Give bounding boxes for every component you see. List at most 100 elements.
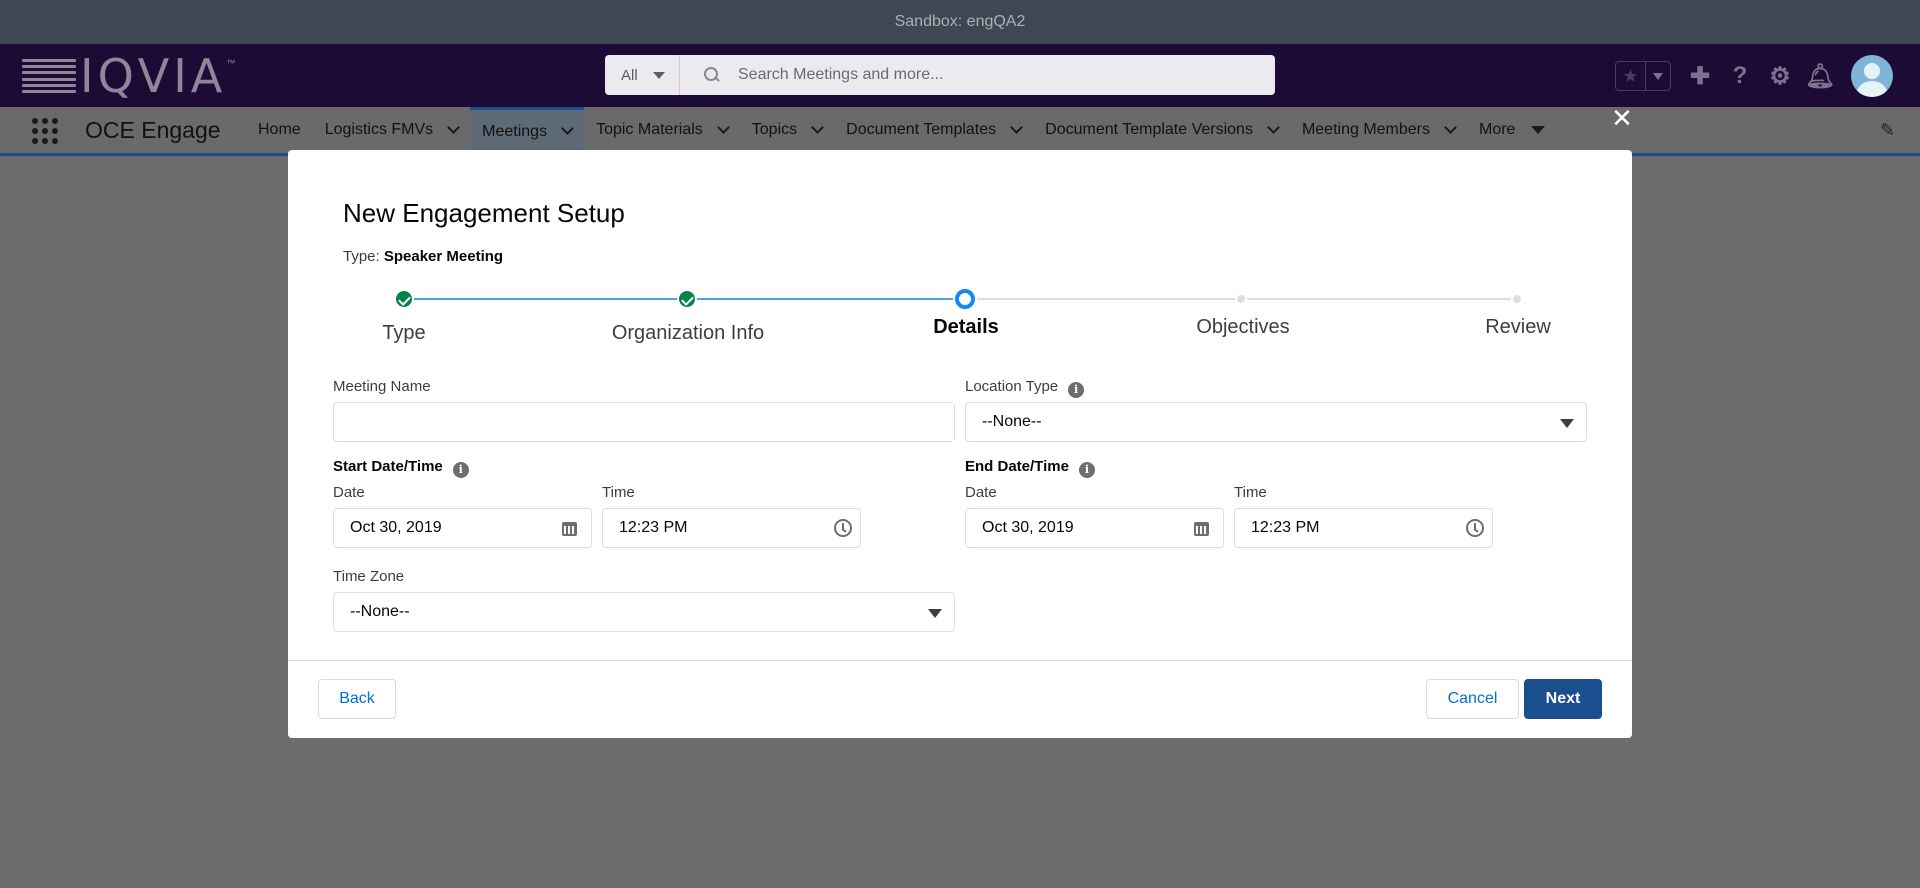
chevron-down-icon[interactable] [561, 122, 574, 135]
progress-track-incomplete [967, 298, 1521, 300]
start-datetime-label-text: Start Date/Time [333, 458, 443, 475]
location-type-label-text: Location Type [965, 378, 1059, 395]
global-search: All [605, 55, 1275, 95]
end-time-field[interactable]: 12:23 PM [1234, 508, 1493, 548]
iqvia-logo[interactable]: IQVIA ™ [22, 49, 236, 103]
add-icon[interactable]: ✚ [1687, 63, 1713, 90]
nav-item-meetings[interactable]: Meetings [470, 107, 585, 153]
caret-down-icon [653, 72, 665, 79]
step-label-type: Type [382, 322, 426, 344]
info-icon[interactable]: i [452, 462, 469, 478]
timezone-value: --None-- [350, 603, 410, 620]
avatar[interactable] [1851, 55, 1893, 97]
end-date-value: Oct 30, 2019 [982, 519, 1074, 536]
back-button[interactable]: Back [318, 679, 396, 719]
nav-item-label: Meeting Members [1301, 121, 1430, 138]
progress-track-complete [406, 298, 689, 300]
progress-track-complete [689, 298, 967, 300]
start-date-field[interactable]: Oct 30, 2019 [333, 508, 592, 548]
start-time-value: 12:23 PM [619, 519, 688, 536]
logo-text: IQVIA [80, 49, 227, 103]
nav-item-logistics-fmvs[interactable]: Logistics FMVs [313, 107, 470, 153]
info-icon[interactable]: i [1068, 382, 1085, 398]
header-actions: ★ ✚ ? ⚙ 🔔︎ [1615, 54, 1893, 98]
nav-item-home[interactable]: Home [246, 107, 313, 153]
nav-item-document-template-versions[interactable]: Document Template Versions [1033, 107, 1290, 153]
nav-item-label: Topic Materials [596, 121, 703, 138]
favorites-dropdown[interactable] [1646, 62, 1670, 90]
logo-trademark: ™ [226, 58, 236, 68]
start-time-label: Time [602, 484, 635, 501]
gear-icon[interactable]: ⚙ [1767, 63, 1793, 90]
search-scope-dropdown[interactable]: All [605, 55, 680, 95]
search-input[interactable] [738, 66, 1258, 84]
nav-item-label: Logistics FMVs [324, 121, 434, 138]
next-button[interactable]: Next [1524, 679, 1602, 719]
step-label-objectives: Objectives [1196, 316, 1290, 338]
app-name: OCE Engage [85, 117, 221, 143]
close-icon[interactable]: ✕ [1610, 105, 1634, 131]
modal-footer: Back Cancel Next [288, 660, 1632, 738]
nav-item-topics[interactable]: Topics [740, 107, 834, 153]
app-launcher-icon[interactable] [30, 116, 58, 144]
chevron-down-icon[interactable] [1267, 120, 1280, 134]
chevron-down-icon[interactable] [1444, 120, 1457, 134]
pencil-icon[interactable]: ✎ [1880, 120, 1900, 140]
help-icon[interactable]: ? [1727, 62, 1753, 89]
meeting-name-input[interactable] [350, 403, 954, 441]
start-date-value: Oct 30, 2019 [350, 519, 442, 536]
location-type-value: --None-- [982, 413, 1042, 430]
nav-item-label: Document Templates [846, 121, 997, 138]
caret-down-icon [928, 609, 942, 618]
logo-lines-icon [22, 59, 76, 93]
chevron-down-icon[interactable] [811, 120, 825, 134]
caret-down-icon [1560, 419, 1574, 428]
search-scope-label: All [621, 66, 638, 84]
step-label-details: Details [933, 316, 999, 338]
calendar-icon[interactable] [562, 522, 577, 536]
start-datetime-label: Start Date/Time i [333, 458, 469, 478]
location-type-label: Location Type i [965, 378, 1085, 398]
clock-icon[interactable] [1466, 519, 1484, 537]
nav-item-topic-materials[interactable]: Topic Materials [584, 107, 740, 153]
step-complete-icon[interactable] [677, 289, 697, 309]
info-icon[interactable]: i [1078, 462, 1095, 478]
bell-icon[interactable]: 🔔︎ [1805, 63, 1835, 90]
search-icon [704, 67, 720, 83]
timezone-select[interactable]: --None-- [333, 592, 955, 632]
engagement-type-line: Type: Speaker Meeting [343, 248, 503, 265]
step-current-icon[interactable] [955, 289, 975, 309]
chevron-down-icon[interactable] [447, 120, 461, 134]
nav-item-document-templates[interactable]: Document Templates [834, 107, 1033, 153]
favorites-button[interactable]: ★ [1615, 61, 1671, 91]
nav-item-label: Document Template Versions [1045, 121, 1253, 138]
global-header: IQVIA ™ All ★ ✚ ? ⚙ 🔔︎ [0, 44, 1920, 107]
calendar-icon[interactable] [1194, 522, 1209, 536]
nav-item-label: Meetings [482, 122, 548, 140]
end-time-label: Time [1234, 484, 1267, 501]
type-prefix: Type: [343, 248, 380, 265]
nav-item-more[interactable]: More [1467, 107, 1557, 153]
timezone-label: Time Zone [333, 568, 405, 585]
sandbox-label: Sandbox: engQA2 [894, 13, 1026, 30]
caret-down-icon [1531, 126, 1546, 134]
end-date-field[interactable]: Oct 30, 2019 [965, 508, 1224, 548]
step-label-organization-info: Organization Info [611, 322, 765, 344]
sandbox-banner: Sandbox: engQA2 [0, 0, 1920, 44]
step-incomplete-icon[interactable] [1235, 293, 1247, 305]
nav-items: Home Logistics FMVs Meetings Topic Mater… [246, 107, 1557, 153]
step-incomplete-icon[interactable] [1511, 293, 1523, 305]
end-datetime-label-text: End Date/Time [965, 458, 1069, 475]
step-complete-icon[interactable] [394, 289, 414, 309]
clock-icon[interactable] [834, 519, 852, 537]
cancel-button[interactable]: Cancel [1426, 679, 1519, 719]
modal-title: New Engagement Setup [343, 198, 625, 228]
start-time-field[interactable]: 12:23 PM [602, 508, 861, 548]
nav-item-meeting-members[interactable]: Meeting Members [1290, 107, 1467, 153]
location-type-select[interactable]: --None-- [965, 402, 1587, 442]
nav-item-label: Home [258, 121, 301, 138]
chevron-down-icon[interactable] [1010, 120, 1024, 134]
meeting-name-field[interactable] [333, 402, 955, 442]
end-time-value: 12:23 PM [1251, 519, 1320, 536]
chevron-down-icon[interactable] [716, 120, 730, 134]
